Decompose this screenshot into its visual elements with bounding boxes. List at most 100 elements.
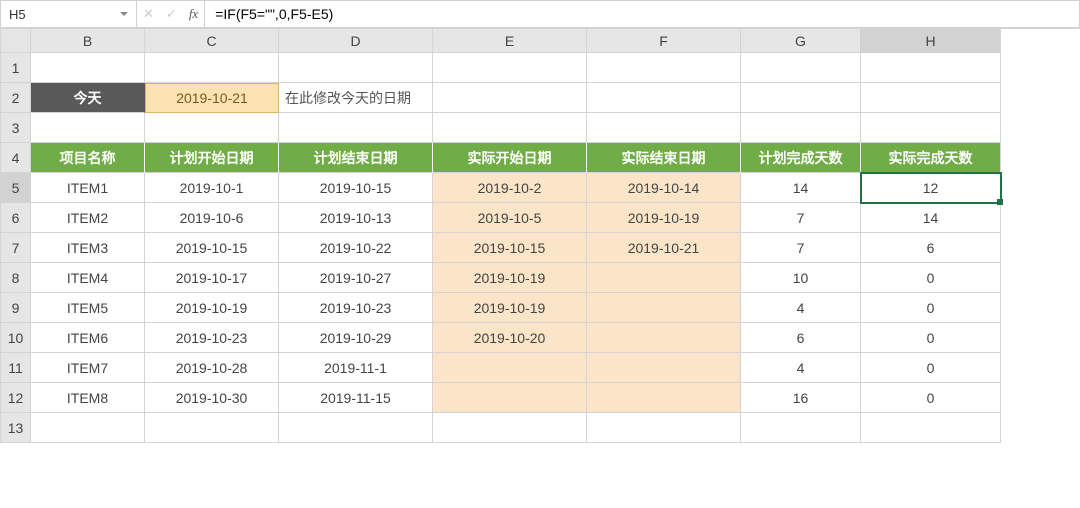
cell[interactable] [587,53,741,83]
row-header[interactable]: 1 [1,53,31,83]
confirm-icon[interactable]: ✓ [166,6,177,22]
cell[interactable]: 2019-10-23 [145,323,279,353]
cell[interactable]: 2019-10-27 [279,263,433,293]
cell[interactable]: 10 [741,263,861,293]
row-header[interactable]: 10 [1,323,31,353]
cancel-icon[interactable]: ✕ [143,6,154,22]
today-note[interactable]: 在此修改今天的日期 [279,83,433,113]
cell[interactable]: 2019-10-21 [587,233,741,263]
cell[interactable] [433,83,587,113]
cell[interactable] [587,413,741,443]
today-label[interactable]: 今天 [31,83,145,113]
row-header[interactable]: 11 [1,353,31,383]
cell-item[interactable]: ITEM1 [31,173,145,203]
cell[interactable] [741,413,861,443]
cell-item[interactable]: ITEM5 [31,293,145,323]
cell[interactable] [741,113,861,143]
table-header[interactable]: 项目名称 [31,143,145,173]
cell[interactable]: 14 [741,173,861,203]
cell[interactable]: 2019-10-19 [433,293,587,323]
cell[interactable]: 7 [741,233,861,263]
cell[interactable]: 2019-10-15 [433,233,587,263]
cell[interactable]: 14 [861,203,1001,233]
row-header[interactable]: 8 [1,263,31,293]
cell[interactable]: 0 [861,383,1001,413]
cell[interactable]: 2019-11-15 [279,383,433,413]
cell[interactable] [587,383,741,413]
col-header-D[interactable]: D [279,29,433,53]
row-header[interactable]: 12 [1,383,31,413]
cell[interactable]: 2019-11-1 [279,353,433,383]
col-header-C[interactable]: C [145,29,279,53]
col-header-F[interactable]: F [587,29,741,53]
cell[interactable]: 2019-10-19 [145,293,279,323]
cell[interactable]: 2019-10-30 [145,383,279,413]
cell[interactable] [741,53,861,83]
cell[interactable]: 7 [741,203,861,233]
cell[interactable] [587,263,741,293]
cell[interactable] [279,113,433,143]
cell[interactable]: 2019-10-13 [279,203,433,233]
row-header[interactable]: 13 [1,413,31,443]
cell[interactable]: 4 [741,293,861,323]
table-header[interactable]: 计划完成天数 [741,143,861,173]
cell[interactable]: 0 [861,323,1001,353]
cell[interactable]: 2019-10-6 [145,203,279,233]
cell[interactable] [145,113,279,143]
cell[interactable] [587,113,741,143]
cell[interactable] [741,83,861,113]
cell[interactable] [861,53,1001,83]
cell[interactable]: 6 [861,233,1001,263]
row-header[interactable]: 4 [1,143,31,173]
cell[interactable] [587,83,741,113]
cell[interactable] [145,53,279,83]
cell[interactable]: 2019-10-17 [145,263,279,293]
cell[interactable]: 2019-10-19 [433,263,587,293]
table-header[interactable]: 实际完成天数 [861,143,1001,173]
cell[interactable] [31,53,145,83]
cell[interactable]: 0 [861,353,1001,383]
cell[interactable] [433,353,587,383]
cell[interactable] [433,383,587,413]
cell[interactable] [31,113,145,143]
cell[interactable]: 2019-10-5 [433,203,587,233]
col-header-G[interactable]: G [741,29,861,53]
name-box[interactable]: H5 [1,1,137,27]
cell[interactable]: 6 [741,323,861,353]
table-header[interactable]: 计划结束日期 [279,143,433,173]
cell-item[interactable]: ITEM6 [31,323,145,353]
cell[interactable]: 2019-10-28 [145,353,279,383]
cell-item[interactable]: ITEM3 [31,233,145,263]
cell[interactable] [279,53,433,83]
selected-cell[interactable]: 12 [861,173,1001,203]
cell[interactable] [433,53,587,83]
cell-item[interactable]: ITEM8 [31,383,145,413]
cell[interactable] [31,413,145,443]
cell[interactable]: 2019-10-14 [587,173,741,203]
cell[interactable]: 16 [741,383,861,413]
cell[interactable] [861,413,1001,443]
cell[interactable] [587,323,741,353]
cell[interactable]: 0 [861,293,1001,323]
today-date[interactable]: 2019-10-21 [145,83,279,113]
cell[interactable] [587,353,741,383]
cell[interactable] [279,413,433,443]
cell[interactable]: 2019-10-19 [587,203,741,233]
cell-item[interactable]: ITEM4 [31,263,145,293]
fx-icon[interactable]: fx [189,6,198,22]
cell[interactable] [433,113,587,143]
row-header[interactable]: 5 [1,173,31,203]
col-header-B[interactable]: B [31,29,145,53]
cell[interactable]: 2019-10-15 [279,173,433,203]
cell[interactable] [587,293,741,323]
row-header[interactable]: 3 [1,113,31,143]
cell[interactable] [433,413,587,443]
cell[interactable]: 2019-10-1 [145,173,279,203]
cell[interactable]: 2019-10-29 [279,323,433,353]
cell[interactable] [861,113,1001,143]
cell[interactable]: 2019-10-2 [433,173,587,203]
table-header[interactable]: 计划开始日期 [145,143,279,173]
cell-item[interactable]: ITEM2 [31,203,145,233]
cell[interactable]: 4 [741,353,861,383]
formula-input[interactable] [205,1,1079,27]
